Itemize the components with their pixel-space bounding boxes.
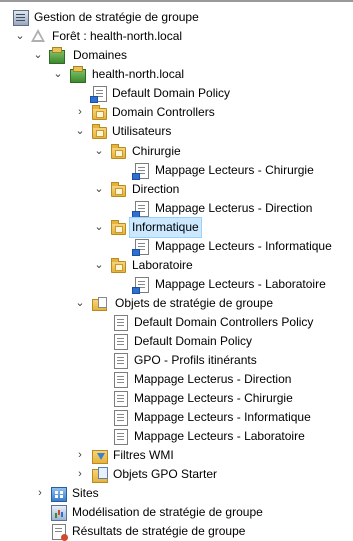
node-label: Mappage Lecteurs - Laboratoire — [155, 277, 326, 291]
wmi-filter-icon — [92, 450, 108, 464]
node-label: Domain Controllers — [112, 105, 215, 119]
ou-folder-icon — [111, 182, 126, 197]
node-label: Objets de stratégie de groupe — [115, 296, 274, 310]
node-label: Filtres WMI — [113, 448, 174, 462]
chevron-down-icon[interactable]: ⌄ — [93, 142, 105, 161]
tree-node-starter-gpos[interactable]: › Objets GPO Starter — [0, 465, 353, 484]
node-label: Mappage Lecteurs - Informatique — [155, 239, 332, 253]
chevron-down-icon[interactable]: ⌄ — [74, 122, 86, 141]
tree-node-informatique-gpo-link[interactable]: Mappage Lecteurs - Informatique — [0, 237, 353, 256]
tree-node-direction-gpo-link[interactable]: Mappage Lecterus - Direction — [0, 199, 353, 218]
gpo-icon — [114, 315, 128, 331]
chevron-down-icon[interactable]: ⌄ — [93, 180, 105, 199]
tree-node-gpo[interactable]: Default Domain Policy — [0, 332, 353, 351]
gpo-icon — [114, 410, 128, 426]
chevron-right-icon[interactable]: › — [74, 446, 86, 465]
tree-node-domain-controllers[interactable]: › Domain Controllers — [0, 103, 353, 122]
node-label: Mappage Lecteurs - Informatique — [134, 410, 311, 424]
chevron-right-icon[interactable]: › — [74, 465, 86, 484]
node-label: Objets GPO Starter — [113, 467, 218, 481]
node-label: Laboratoire — [132, 258, 193, 272]
node-label: Default Domain Policy — [112, 86, 231, 100]
tree-node-forest[interactable]: ⌄ Forêt : health-north.local — [0, 27, 353, 46]
node-label: Gestion de stratégie de groupe — [34, 10, 199, 24]
node-label: Forêt : health-north.local — [52, 29, 183, 43]
gpo-link-icon — [132, 201, 149, 218]
chevron-down-icon[interactable]: ⌄ — [52, 65, 64, 84]
tree-node-gpo[interactable]: Default Domain Controllers Policy — [0, 313, 353, 332]
tree-node-direction[interactable]: ⌄ Direction — [0, 180, 353, 199]
tree-node-wmi-filters[interactable]: › Filtres WMI — [0, 446, 353, 465]
forest-icon — [31, 29, 45, 42]
tree-node-laboratoire[interactable]: ⌄ Laboratoire — [0, 256, 353, 275]
chevron-right-icon[interactable]: › — [34, 484, 46, 503]
gpo-icon — [114, 353, 128, 369]
node-label: Mappage Lecteurs - Chirurgie — [134, 391, 293, 405]
tree-node-gpo[interactable]: Mappage Lecteurs - Informatique — [0, 408, 353, 427]
starter-gpo-icon — [92, 467, 108, 483]
ou-folder-icon — [111, 144, 126, 159]
tree-node-gpo[interactable]: Mappage Lecteurs - Laboratoire — [0, 427, 353, 446]
node-label: Default Domain Policy — [134, 334, 253, 348]
node-label: Informatique — [129, 217, 202, 238]
node-label: Direction — [132, 182, 180, 196]
node-label: Mappage Lecteurs - Chirurgie — [155, 163, 314, 177]
tree-node-domain[interactable]: ⌄ health-north.local — [0, 65, 353, 84]
gpo-icon — [114, 372, 128, 388]
sites-icon — [51, 487, 67, 502]
tree-node-sites[interactable]: › Sites — [0, 484, 353, 503]
ou-folder-icon — [111, 220, 126, 235]
node-label: Chirurgie — [132, 144, 181, 158]
domains-icon — [49, 47, 65, 64]
tree-node-root[interactable]: Gestion de stratégie de groupe — [0, 8, 353, 27]
chevron-down-icon[interactable]: ⌄ — [93, 218, 105, 237]
node-label: Domaines — [73, 48, 128, 62]
ou-folder-icon — [111, 258, 126, 273]
tree-node-gpo[interactable]: Mappage Lecterus - Direction — [0, 370, 353, 389]
tree-node-gpo-objects[interactable]: ⌄ Objets de stratégie de groupe — [0, 294, 353, 313]
gpmc-root-icon — [13, 10, 29, 26]
gpo-link-icon — [90, 86, 107, 103]
node-label: Sites — [72, 486, 99, 500]
node-label: Mappage Lecteurs - Laboratoire — [134, 429, 305, 443]
domain-icon — [70, 66, 86, 83]
tree-node-informatique[interactable]: ⌄ Informatique — [0, 217, 353, 238]
node-label: Mappage Lecterus - Direction — [155, 201, 313, 215]
tree-node-utilisateurs[interactable]: ⌄ Utilisateurs — [0, 122, 353, 141]
chevron-down-icon[interactable]: ⌄ — [14, 27, 26, 46]
gpo-link-icon — [132, 163, 149, 180]
tree-node-chirurgie[interactable]: ⌄ Chirurgie — [0, 142, 353, 161]
tree-node-modeling[interactable]: Modélisation de stratégie de groupe — [0, 503, 353, 522]
node-label: Default Domain Controllers Policy — [134, 315, 314, 329]
chevron-down-icon[interactable]: ⌄ — [93, 256, 105, 275]
node-label: Mappage Lecterus - Direction — [134, 372, 292, 386]
tree-node-gpo[interactable]: Mappage Lecteurs - Chirurgie — [0, 389, 353, 408]
ou-folder-icon — [92, 124, 107, 139]
tree-node-results[interactable]: Résultats de stratégie de groupe — [0, 522, 353, 541]
node-label: GPO - Profils itinérants — [134, 353, 257, 367]
chevron-down-icon[interactable]: ⌄ — [32, 46, 44, 65]
gpo-icon — [114, 429, 128, 445]
ou-folder-icon — [92, 105, 107, 120]
gpo-icon — [114, 334, 128, 350]
node-label: Utilisateurs — [112, 124, 172, 138]
node-label: Résultats de stratégie de groupe — [72, 524, 246, 538]
tree-node-laboratoire-gpo-link[interactable]: Mappage Lecteurs - Laboratoire — [0, 275, 353, 294]
tree-node-domains[interactable]: ⌄ Domaines — [0, 46, 353, 65]
gpo-icon — [114, 391, 128, 407]
gpo-link-icon — [132, 239, 149, 256]
gpo-container-icon — [92, 297, 107, 311]
chevron-right-icon[interactable]: › — [74, 103, 86, 122]
chevron-down-icon[interactable]: ⌄ — [74, 294, 86, 313]
modeling-icon — [51, 505, 67, 521]
gpo-link-icon — [132, 277, 149, 294]
node-label: Modélisation de stratégie de groupe — [72, 505, 263, 519]
top-border — [0, 0, 353, 2]
tree-node-default-domain-policy-link[interactable]: Default Domain Policy — [0, 84, 353, 103]
tree-node-chirurgie-gpo-link[interactable]: Mappage Lecteurs - Chirurgie — [0, 161, 353, 180]
tree-node-gpo[interactable]: GPO - Profils itinérants — [0, 351, 353, 370]
node-label: health-north.local — [92, 67, 185, 81]
